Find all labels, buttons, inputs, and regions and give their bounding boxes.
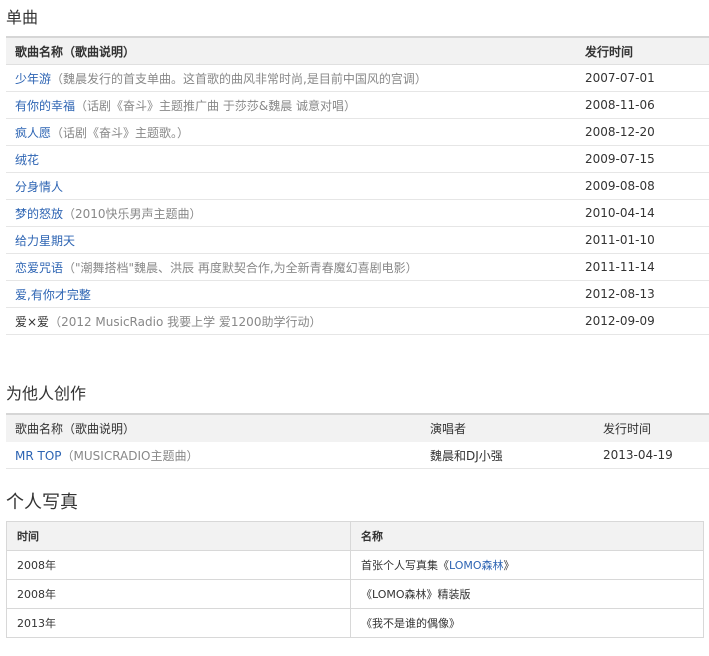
title-header: 名称: [350, 521, 704, 551]
song-cell: 绒花: [6, 145, 576, 173]
song-cell: 有你的幸福（话剧《奋斗》主题推广曲 于莎莎&魏晨 诚意对唱）: [6, 91, 576, 119]
release-date-header: 发行时间: [576, 36, 709, 65]
singles-header-row: 歌曲名称（歌曲说明） 发行时间: [6, 36, 709, 65]
singles-table: 歌曲名称（歌曲说明） 发行时间 少年游（魏晨发行的首支单曲。这首歌的曲风非常时尚…: [6, 36, 709, 335]
release-date: 2009-07-15: [576, 145, 709, 173]
table-row: 梦的怒放（2010快乐男声主题曲） 2010-04-14: [6, 199, 709, 227]
song-link[interactable]: 疯人愿: [15, 126, 51, 140]
release-date: 2009-08-08: [576, 172, 709, 200]
song-link[interactable]: 有你的幸福: [15, 99, 75, 113]
song-cell: MR TOP（MUSICRADIO主题曲）: [6, 442, 421, 469]
release-date: 2008-12-20: [576, 118, 709, 146]
release-date: 2013-04-19: [594, 442, 709, 469]
song-description: （2010快乐男声主题曲）: [63, 206, 202, 221]
album-link[interactable]: LOMO森林: [449, 559, 504, 572]
release-date-header: 发行时间: [594, 413, 709, 442]
table-row: 恋爱咒语（"潮舞搭档"魏晨、洪辰 再度默契合作,为全新青春魔幻喜剧电影） 2011…: [6, 253, 709, 281]
song-description: （魏晨发行的首支单曲。这首歌的曲风非常时尚,是目前中国风的宫调）: [51, 71, 427, 86]
song-name-header: 歌曲名称（歌曲说明）: [6, 36, 576, 65]
others-body: MR TOP（MUSICRADIO主题曲） 魏晨和DJ小强 2013-04-19: [6, 442, 709, 469]
song-cell: 疯人愿（话剧《奋斗》主题歌。）: [6, 118, 576, 146]
table-row: 爱×爱（2012 MusicRadio 我要上学 爱1200助学行动） 2012-…: [6, 307, 709, 335]
song-cell: 梦的怒放（2010快乐男声主题曲）: [6, 199, 576, 227]
song-cell: 爱,有你才完整: [6, 280, 576, 308]
song-name: 爱×爱: [15, 314, 50, 329]
table-row: 给力星期天 2011-01-10: [6, 226, 709, 254]
singer-header: 演唱者: [421, 413, 594, 442]
release-date: 2011-11-14: [576, 253, 709, 281]
song-description: （2012 MusicRadio 我要上学 爱1200助学行动）: [49, 314, 322, 329]
song-description: （"潮舞搭档"魏晨、洪辰 再度默契合作,为全新青春魔幻喜剧电影）: [63, 260, 418, 275]
release-date: 2010-04-14: [576, 199, 709, 227]
release-date: 2008-11-06: [576, 91, 709, 119]
photobook-table: 时间 名称 2008年 首张个人写真集《LOMO森林》 2008年 《LOMO森林》精…: [6, 521, 704, 638]
title-cell: 首张个人写真集《LOMO森林》: [350, 550, 704, 580]
table-row: 少年游（魏晨发行的首支单曲。这首歌的曲风非常时尚,是目前中国风的宫调） 2007-…: [6, 64, 709, 92]
song-link[interactable]: 给力星期天: [15, 234, 75, 248]
table-row: 爱,有你才完整 2012-08-13: [6, 280, 709, 308]
song-link[interactable]: MR TOP: [15, 449, 62, 463]
song-link[interactable]: 爱,有你才完整: [15, 288, 91, 302]
singer-cell: 魏晨和DJ小强: [421, 442, 594, 469]
table-row: MR TOP（MUSICRADIO主题曲） 魏晨和DJ小强 2013-04-19: [6, 442, 709, 469]
photobook-body: 2008年 首张个人写真集《LOMO森林》 2008年 《LOMO森林》精装版 2013…: [6, 550, 704, 638]
others-header-row: 歌曲名称（歌曲说明） 演唱者 发行时间: [6, 413, 709, 442]
singles-section-title: 单曲: [6, 8, 39, 27]
time-cell: 2008年: [6, 550, 351, 580]
song-description: （话剧《奋斗》主题歌。）: [51, 125, 190, 140]
release-date: 2007-07-01: [576, 64, 709, 92]
song-link[interactable]: 绒花: [15, 153, 39, 167]
song-link[interactable]: 恋爱咒语: [15, 261, 63, 275]
song-link[interactable]: 分身情人: [15, 180, 63, 194]
title-cell: 《我不是谁的偶像》: [350, 608, 704, 638]
table-row: 分身情人 2009-08-08: [6, 172, 709, 200]
song-link[interactable]: 梦的怒放: [15, 207, 63, 221]
table-row: 绒花 2009-07-15: [6, 145, 709, 173]
others-table: 歌曲名称（歌曲说明） 演唱者 发行时间 MR TOP（MUSICRADIO主题曲…: [6, 413, 709, 469]
title-text: 《LOMO森林》精装版: [361, 588, 471, 601]
song-name-header: 歌曲名称（歌曲说明）: [6, 413, 421, 442]
song-cell: 爱×爱（2012 MusicRadio 我要上学 爱1200助学行动）: [6, 307, 576, 335]
table-row: 有你的幸福（话剧《奋斗》主题推广曲 于莎莎&魏晨 诚意对唱） 2008-11-06: [6, 91, 709, 119]
song-cell: 分身情人: [6, 172, 576, 200]
release-date: 2011-01-10: [576, 226, 709, 254]
table-row: 疯人愿（话剧《奋斗》主题歌。） 2008-12-20: [6, 118, 709, 146]
time-header: 时间: [6, 521, 351, 551]
song-cell: 恋爱咒语（"潮舞搭档"魏晨、洪辰 再度默契合作,为全新青春魔幻喜剧电影）: [6, 253, 576, 281]
time-cell: 2013年: [6, 608, 351, 638]
title-text-suffix: 》: [503, 559, 515, 572]
photobook-section-title: 个人写真: [6, 492, 78, 513]
song-link[interactable]: 少年游: [15, 72, 51, 86]
release-date: 2012-09-09: [576, 307, 709, 335]
song-description: （MUSICRADIO主题曲）: [61, 448, 199, 463]
time-cell: 2008年: [6, 579, 351, 609]
title-cell: 《LOMO森林》精装版: [350, 579, 704, 609]
release-date: 2012-08-13: [576, 280, 709, 308]
photobook-header-row: 时间 名称: [6, 521, 704, 551]
title-text: 《我不是谁的偶像》: [361, 617, 460, 630]
song-cell: 给力星期天: [6, 226, 576, 254]
others-section-title: 为他人创作: [6, 384, 87, 403]
table-row: 2013年 《我不是谁的偶像》: [6, 608, 704, 638]
table-row: 2008年 首张个人写真集《LOMO森林》: [6, 550, 704, 580]
table-row: 2008年 《LOMO森林》精装版: [6, 579, 704, 609]
singles-body: 少年游（魏晨发行的首支单曲。这首歌的曲风非常时尚,是目前中国风的宫调） 2007-…: [6, 64, 709, 335]
title-text: 首张个人写真集《: [361, 559, 449, 572]
song-description: （话剧《奋斗》主题推广曲 于莎莎&魏晨 诚意对唱）: [75, 98, 357, 113]
song-cell: 少年游（魏晨发行的首支单曲。这首歌的曲风非常时尚,是目前中国风的宫调）: [6, 64, 576, 92]
